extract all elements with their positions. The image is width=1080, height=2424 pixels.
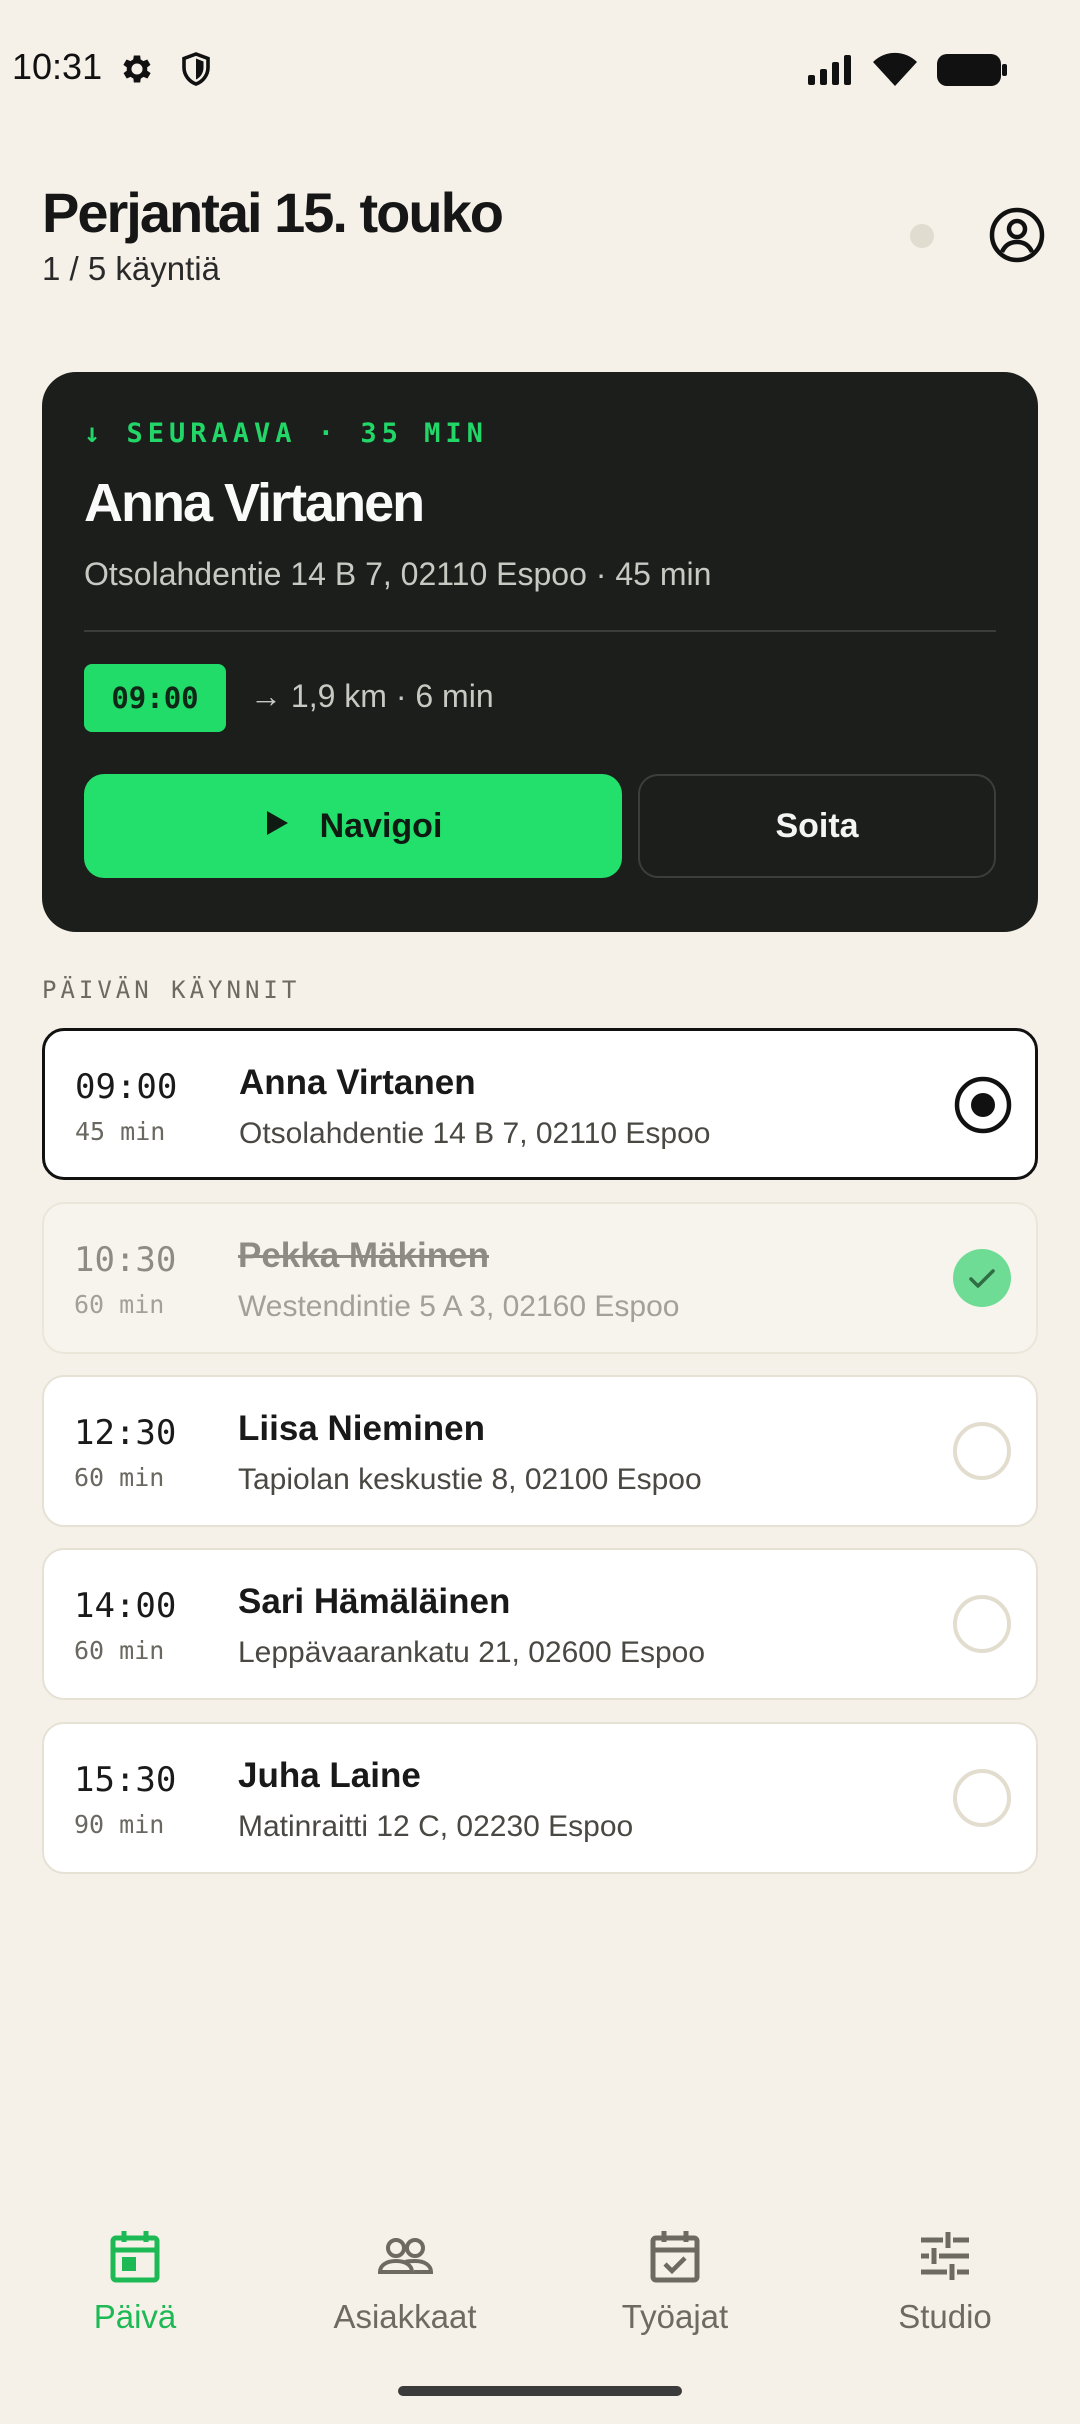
visit-progress: 1 / 5 käyntiä <box>42 250 220 287</box>
visit-duration: 45 min <box>75 1117 166 1146</box>
nav-item-studio[interactable]: Studio <box>810 2200 1080 2350</box>
nav-item-customers[interactable]: Asiakkaat <box>270 2200 540 2350</box>
settings-gear-icon <box>118 50 156 93</box>
visit-row[interactable]: 12:30 60 min Liisa Nieminen Tapiolan kes… <box>42 1375 1038 1527</box>
nav-label: Studio <box>898 2298 992 2335</box>
visit-name: Liisa Nieminen <box>238 1409 486 1448</box>
home-indicator <box>398 2386 682 2396</box>
status-time: 10:31 <box>12 46 103 87</box>
people-icon <box>375 2226 435 2286</box>
visit-time: 10:30 <box>74 1240 177 1280</box>
next-visit-card: ↓ SEURAAVA · 35 MIN Anna Virtanen Otsola… <box>42 372 1038 932</box>
profile-button[interactable] <box>988 206 1046 264</box>
visit-address: Westendintie 5 A 3, 02160 Espoo <box>238 1290 680 1323</box>
status-icons <box>806 52 1008 93</box>
visit-address: Matinraitti 12 C, 02230 Espoo <box>238 1810 634 1843</box>
empty-radio-icon[interactable] <box>952 1421 1012 1481</box>
visit-row[interactable]: 14:00 60 min Sari Hämäläinen Leppävaaran… <box>42 1548 1038 1700</box>
nav-label: Asiakkaat <box>333 2298 477 2335</box>
empty-radio-icon[interactable] <box>952 1594 1012 1654</box>
signal-icon <box>806 53 854 92</box>
next-visit-name: Anna Virtanen <box>84 473 425 533</box>
nav-item-work-hours[interactable]: Työajat <box>540 2200 810 2350</box>
nav-label: Työajat <box>621 2298 729 2335</box>
visit-name: Sari Hämäläinen <box>238 1582 511 1621</box>
navigate-button-label: Navigoi <box>319 806 443 845</box>
visit-time: 09:00 <box>75 1067 178 1107</box>
visit-address: Leppävaarankatu 21, 02600 Espoo <box>238 1636 706 1669</box>
page-title: Perjantai 15. touko <box>42 181 504 244</box>
visit-time: 14:00 <box>74 1586 177 1626</box>
visit-duration: 60 min <box>74 1290 165 1319</box>
visit-row[interactable]: 15:30 90 min Juha Laine Matinraitti 12 C… <box>42 1722 1038 1874</box>
battery-icon <box>936 52 1008 93</box>
next-visit-address: Otsolahdentie 14 B 7, 02110 Espoo · 45 m… <box>84 556 712 592</box>
visit-time: 12:30 <box>74 1413 177 1453</box>
sync-status-dot <box>910 224 934 248</box>
visit-time: 15:30 <box>74 1760 177 1800</box>
visit-row[interactable]: 09:00 45 min Anna Virtanen Otsolahdentie… <box>42 1028 1038 1180</box>
section-label: PÄIVÄN KÄYNNIT <box>42 976 301 1004</box>
visit-address: Otsolahdentie 14 B 7, 02110 Espoo <box>239 1117 711 1150</box>
status-bar: 10:31 <box>0 0 1080 140</box>
current-radio-icon[interactable] <box>953 1075 1013 1135</box>
visit-name: Juha Laine <box>238 1756 421 1795</box>
visit-name: Pekka Mäkinen <box>238 1236 489 1275</box>
check-icon[interactable] <box>952 1248 1012 1308</box>
visit-address: Tapiolan keskustie 8, 02100 Espoo <box>238 1463 702 1496</box>
visit-duration: 60 min <box>74 1636 165 1665</box>
next-visit-label: ↓ SEURAAVA · 35 MIN <box>84 418 488 449</box>
play-icon <box>264 807 290 846</box>
calendar-icon <box>105 2226 165 2286</box>
sliders-icon <box>915 2226 975 2286</box>
visit-duration: 90 min <box>74 1810 165 1839</box>
next-visit-time-badge: 09:00 <box>84 664 226 732</box>
visit-row[interactable]: 10:30 60 min Pekka Mäkinen Westendintie … <box>42 1202 1038 1354</box>
user-circle-icon <box>989 207 1045 263</box>
route-info: → 1,9 km · 6 min <box>250 678 494 714</box>
visit-duration: 60 min <box>74 1463 165 1492</box>
empty-radio-icon[interactable] <box>952 1768 1012 1828</box>
nav-item-day[interactable]: Päivä <box>0 2200 270 2350</box>
navigate-button[interactable]: Navigoi <box>84 774 622 878</box>
visit-name: Anna Virtanen <box>239 1063 476 1102</box>
divider <box>84 630 996 632</box>
call-button-label: Soita <box>775 806 859 845</box>
calendar-check-icon <box>645 2226 705 2286</box>
nav-label: Päivä <box>93 2298 177 2335</box>
shield-icon <box>178 50 214 93</box>
wifi-icon <box>872 52 918 93</box>
call-button[interactable]: Soita <box>638 774 996 878</box>
